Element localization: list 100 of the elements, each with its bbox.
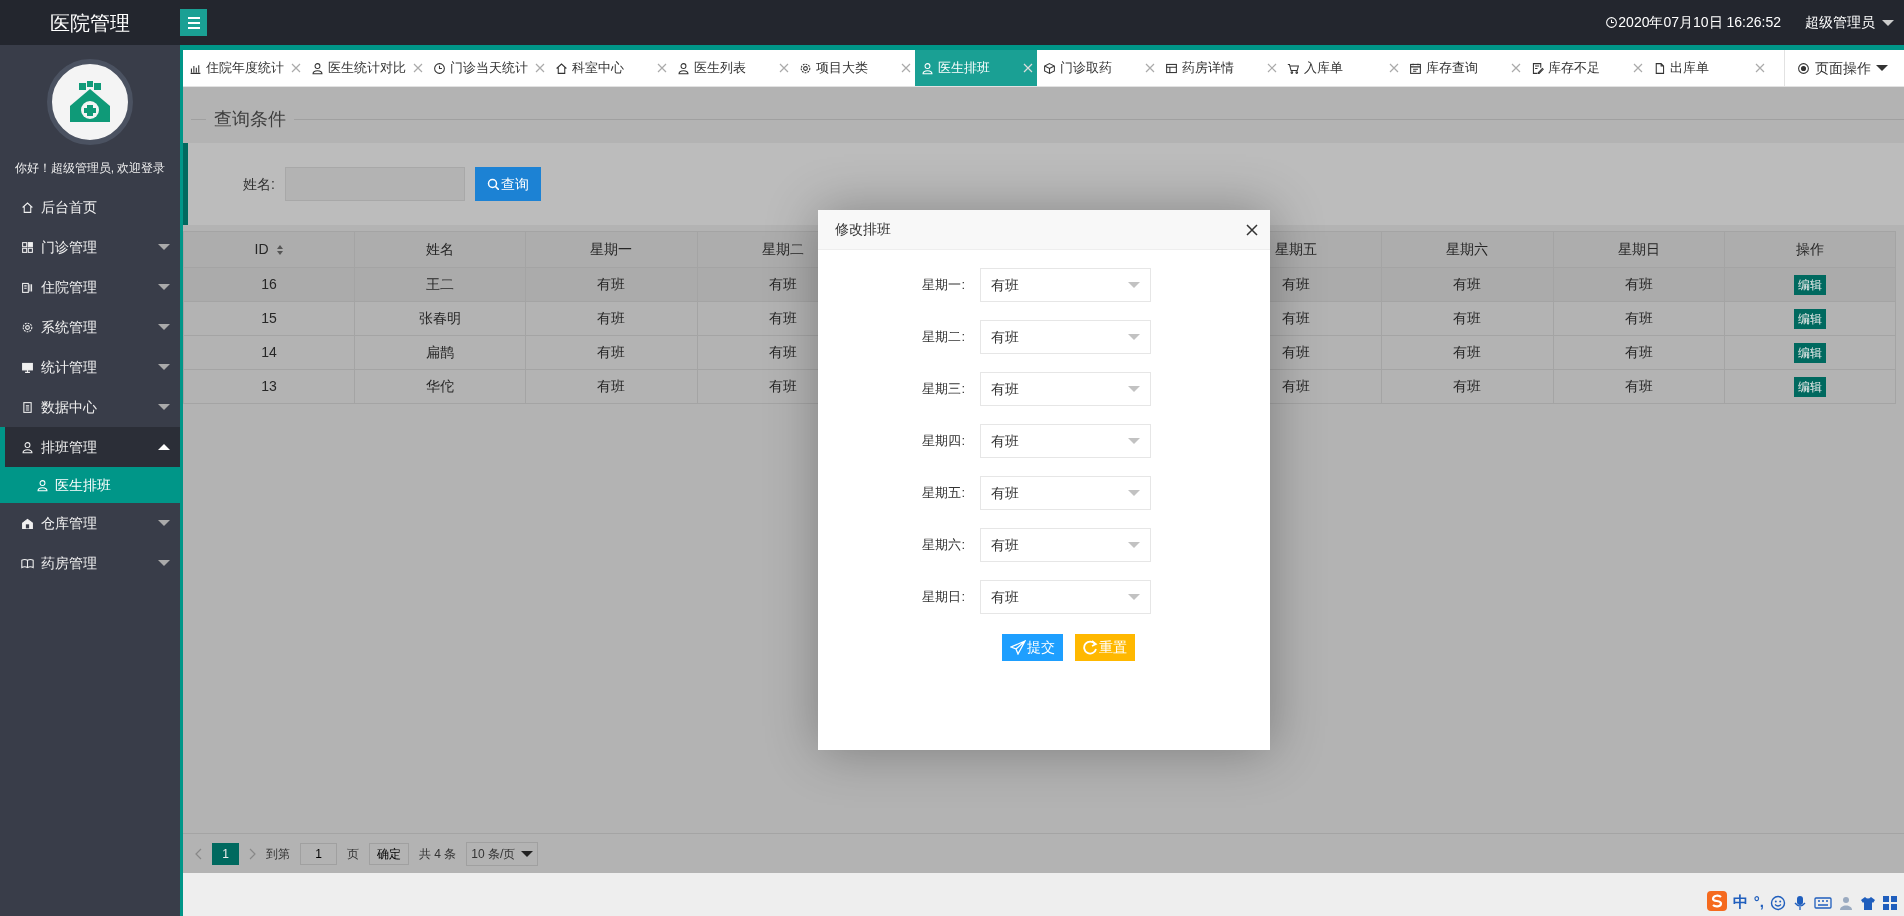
close-icon [1023,63,1033,73]
calendar-icon [1409,61,1422,75]
close-icon [1511,63,1521,73]
tab[interactable]: 医生列表 [671,50,793,86]
tab[interactable]: 项目大类 [793,50,915,86]
microphone-icon [1792,895,1808,911]
select-field[interactable]: 有班 [980,580,1151,614]
tab[interactable]: 科室中心 [549,50,671,86]
menu-button[interactable] [180,9,207,36]
tab[interactable]: 医生统计对比 [305,50,427,86]
tab[interactable]: 库存查询 [1403,50,1525,86]
keyboard-icon [1814,895,1832,911]
tab[interactable]: 门诊当天统计 [427,50,549,86]
page-field[interactable]: 1 [300,842,337,865]
select-field[interactable]: 有班 [980,268,1151,302]
caret-icon [1128,281,1140,289]
sidebar-subitem[interactable]: 医生排班 [0,467,180,503]
sidebar-item[interactable]: 后台首页 [0,187,180,227]
app-title: 医院管理 [49,10,131,36]
edit-button[interactable]: 编辑 [1793,377,1826,397]
user-menu[interactable]: 超级管理员 [1805,12,1894,33]
gear-icon [21,320,34,334]
sidebar-item[interactable]: 门诊管理 [0,227,180,267]
close-icon [1246,223,1258,236]
sidebar-item[interactable]: 排班管理 [0,427,180,467]
tab[interactable]: 门诊取药 [1037,50,1159,86]
edit-button[interactable]: 编辑 [1793,275,1826,295]
page-button[interactable]: 1 [212,842,239,865]
column-header: 操作 [1724,231,1896,268]
select-field[interactable]: 有班 [980,372,1151,406]
clock-icon [433,61,446,75]
tab[interactable]: 出库单 [1647,50,1769,86]
cart-icon [1287,61,1300,75]
tab[interactable]: 库存不足 [1525,50,1647,86]
search-icon [486,178,499,190]
user-icon [677,61,690,75]
caret-icon [1128,385,1140,393]
edit-button[interactable]: 编辑 [1793,343,1826,363]
select-field[interactable]: 有班 [980,320,1151,354]
close-icon [1267,63,1277,73]
close-button[interactable] [1246,223,1258,236]
caret-icon [158,403,170,411]
table-cell: 华佗 [354,369,526,404]
sidebar-item[interactable]: 数据中心 [0,387,180,427]
column-header[interactable]: ID [183,231,355,268]
caret-icon [1128,541,1140,549]
page-actions-menu[interactable]: 页面操作 [1784,50,1904,86]
input-method-status[interactable]: °, [1753,893,1764,911]
smiley-icon [1770,895,1786,911]
table-cell: 有班 [525,267,698,302]
sidebar-item[interactable]: 住院管理 [0,267,180,307]
field-label: 星期二: [921,328,965,347]
close-icon [413,63,423,73]
caret-icon [1128,593,1140,601]
input-method-status[interactable]: 中 [1732,893,1748,911]
table-cell: 13 [183,369,355,404]
edit-button[interactable]: 编辑 [1793,309,1826,329]
table-cell: 15 [183,301,355,336]
sidebar-item[interactable]: 统计管理 [0,347,180,387]
sidebar-item[interactable]: 药房管理 [0,543,180,583]
field-label: 星期一: [921,276,965,295]
field-label: 星期六: [921,536,965,555]
grid-icon [21,240,34,254]
select-field[interactable]: 有班 [980,528,1151,562]
field-label: 星期日: [921,588,965,607]
caret-icon [1128,333,1140,341]
sidebar-item[interactable]: 系统管理 [0,307,180,347]
caret-icon [521,849,534,858]
tab[interactable]: 住院年度统计 [183,50,305,86]
user-icon [311,61,324,75]
column-header: 星期六 [1381,231,1553,268]
table-cell: 王二 [354,267,526,302]
close-icon [535,63,545,73]
sidebar-item[interactable]: 仓库管理 [0,503,180,543]
menu-icon [186,15,201,30]
field-label: 星期四: [921,432,965,451]
page-unit: 页 [347,845,359,863]
column-header: 姓名 [354,231,526,268]
document-edit-icon [1531,61,1544,75]
refresh-icon [1083,640,1098,655]
select-field[interactable]: 有班 [980,424,1151,458]
tab[interactable]: 入库单 [1281,50,1403,86]
field-label: 星期三: [921,380,965,399]
search-button[interactable]: 查询 [474,167,541,201]
total-count: 共 4 条 [419,845,457,863]
user-icon [21,440,34,454]
grid-icon [1882,895,1898,911]
confirm-button[interactable]: 确定 [369,842,409,865]
caret-icon [158,283,170,291]
caret-icon [158,243,170,251]
tab[interactable]: 药房详情 [1159,50,1281,86]
select-field[interactable]: 有班 [980,476,1151,510]
next-icon [249,847,256,860]
target-icon [1797,61,1810,75]
table-cell: 扁鹊 [354,335,526,370]
page-size-select[interactable]: 10 条/页 [466,841,539,866]
table-cell: 16 [183,267,355,302]
caret-icon [158,363,170,371]
field-label: 姓名: [243,174,275,194]
paper-plane-icon [1010,640,1026,655]
